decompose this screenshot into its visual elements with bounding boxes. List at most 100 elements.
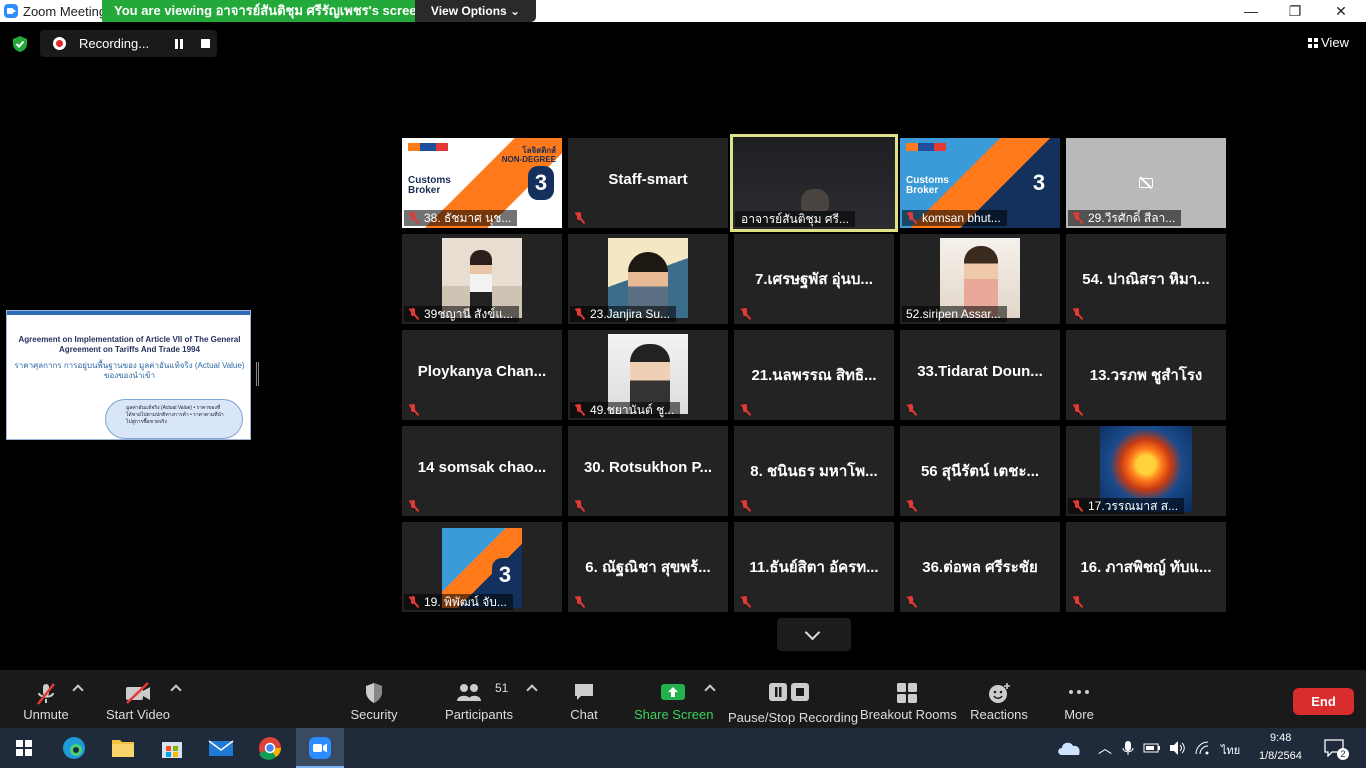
participant-name: 56 สุนีรัตน์ เตชะ... — [920, 463, 1040, 480]
muted-mic-icon — [574, 308, 584, 320]
slide-subtitle: ราคาศุลกากร การอยู่บนพื้นฐานของ มูลค่าอั… — [14, 361, 245, 380]
view-label: View — [1321, 35, 1349, 50]
close-button[interactable]: ✕ — [1318, 0, 1364, 22]
taskbar-edge-browser[interactable] — [50, 728, 98, 768]
share-screen-label: Share Screen — [634, 707, 714, 722]
participant-caption: 19. พิพัฒน์ จับ... — [404, 594, 513, 610]
recording-dot-icon — [53, 37, 66, 50]
participant-tile[interactable]: 23.Janjira Su... — [568, 234, 728, 324]
participants-button[interactable]: 51 Participants — [444, 670, 514, 728]
input-language-indicator[interactable]: ไทย — [1221, 741, 1240, 759]
zoom-app-icon — [309, 737, 331, 759]
participant-name: 21.นลพรรณ สิทธิ... — [751, 367, 877, 384]
participant-tile[interactable]: 11.ธันย์สิตา อัครท... — [734, 522, 894, 612]
slide-title: Agreement on Implementation of Article V… — [18, 335, 241, 354]
participant-tile[interactable]: โลจิสติกส์ NON-DEGREE Customs Broker 3 38.… — [402, 138, 562, 228]
show-hidden-icons-chevron-icon[interactable]: ︿ — [1098, 738, 1112, 758]
video-off-icon — [126, 682, 150, 704]
breakout-rooms-button[interactable]: Breakout Rooms — [860, 670, 957, 728]
more-button[interactable]: More — [1054, 670, 1104, 728]
reactions-label: Reactions — [970, 707, 1028, 722]
participant-tile[interactable]: 56 สุนีรัตน์ เตชะ... — [900, 426, 1060, 516]
participant-tile[interactable]: 54. ปาณิสรา หิมา... — [1066, 234, 1226, 324]
participant-tile[interactable]: 49.ชยานันต์ ชู... — [568, 330, 728, 420]
pause-stop-recording-button[interactable]: Pause/Stop Recording — [728, 670, 858, 728]
unmute-label: Unmute — [23, 707, 69, 722]
participant-name: 54. ปาณิสรา หิมา... — [1082, 271, 1210, 288]
share-screen-button[interactable]: Share Screen — [634, 670, 714, 728]
participant-name: 36.ต่อพล ศรีระชัย — [922, 559, 1038, 576]
participant-caption — [570, 210, 586, 226]
reactions-button[interactable]: Reactions — [968, 670, 1030, 728]
volume-icon[interactable] — [1168, 740, 1186, 756]
slide-cloud-text: มูลค่าอันแท้จริง (Actual Value) • ราคาขอ… — [126, 405, 224, 425]
participant-tile[interactable]: 36.ต่อพล ศรีระชัย — [900, 522, 1060, 612]
muted-mic-icon — [906, 596, 916, 608]
start-video-button[interactable]: Start Video — [104, 670, 172, 728]
participant-tile[interactable]: Staff-smart — [568, 138, 728, 228]
participant-caption — [736, 594, 752, 610]
onedrive-cloud-icon[interactable] — [1056, 739, 1082, 757]
participant-tile[interactable]: 8. ชนินธร มหาโพ... — [734, 426, 894, 516]
participant-tile[interactable]: 33.Tidarat Doun... — [900, 330, 1060, 420]
participant-tile[interactable]: 17.วรรณมาส ส... — [1066, 426, 1226, 516]
participant-tile[interactable]: 14 somsak chao... — [402, 426, 562, 516]
participant-tile[interactable]: Customs Broker 3 komsan bhut... — [900, 138, 1060, 228]
unmute-button[interactable]: Unmute — [14, 670, 78, 728]
video-options-caret-icon[interactable] — [170, 684, 182, 696]
store-bag-icon — [162, 742, 182, 758]
muted-mic-icon — [408, 596, 418, 608]
shared-screen-thumbnail[interactable]: Agreement on Implementation of Article V… — [6, 310, 251, 440]
participant-tile[interactable]: 21.นลพรรณ สิทธิ... — [734, 330, 894, 420]
taskbar-store[interactable] — [148, 728, 196, 768]
muted-mic-icon — [740, 500, 750, 512]
active-speaker-tile[interactable]: อาจารย์สันติชุม ศรี... — [730, 134, 898, 232]
restore-button[interactable]: ❐ — [1272, 0, 1318, 22]
minimize-button[interactable]: — — [1228, 0, 1274, 22]
taskbar-file-explorer[interactable] — [99, 728, 147, 768]
participant-tile[interactable]: 3 19. พิพัฒน์ จับ... — [402, 522, 562, 612]
pause-recording-icon[interactable] — [174, 39, 184, 49]
microphone-tray-icon[interactable] — [1122, 740, 1134, 756]
clock-time[interactable]: 9:48 — [1270, 732, 1291, 744]
view-options-button[interactable]: View Options ⌄ — [415, 0, 536, 22]
participant-name: 8. ชนินธร มหาโพ... — [750, 463, 878, 480]
participant-tile[interactable]: 39ชญานี สังข์แ... — [402, 234, 562, 324]
battery-icon[interactable] — [1143, 742, 1161, 754]
participant-tile[interactable]: 29.วีรศักดิ์ สีลา... — [1066, 138, 1226, 228]
taskbar-mail[interactable] — [197, 728, 245, 768]
participant-caption: 39ชญานี สังข์แ... — [404, 306, 520, 322]
poster-number: 3 — [1026, 166, 1052, 200]
zoom-meeting-window: Zoom Meeting — ❐ ✕ You are viewing อาจาร… — [0, 0, 1366, 768]
taskbar-zoom[interactable] — [296, 728, 344, 768]
chat-button[interactable]: Chat — [560, 670, 608, 728]
participant-tile[interactable]: 30. Rotsukhon P... — [568, 426, 728, 516]
muted-microphone-icon — [37, 683, 55, 705]
stop-recording-icon[interactable] — [201, 39, 210, 48]
clock-date[interactable]: 1/8/2564 — [1259, 750, 1302, 762]
participant-tile[interactable]: 7.เศรษฐพัส อุ่นบ... — [734, 234, 894, 324]
end-meeting-button[interactable]: End — [1293, 688, 1354, 715]
muted-mic-icon — [1072, 212, 1082, 224]
next-page-chevron-button[interactable] — [777, 618, 851, 651]
participants-caret-icon[interactable] — [526, 684, 538, 696]
muted-mic-icon — [906, 404, 916, 416]
security-button[interactable]: Security — [344, 670, 404, 728]
thumbnail-resize-handle[interactable] — [256, 362, 259, 386]
participant-caption — [736, 402, 752, 418]
participant-tile[interactable]: 16. ภาสพิชญ์ ทับแ... — [1066, 522, 1226, 612]
participant-tile[interactable]: Ploykanya Chan... — [402, 330, 562, 420]
start-button[interactable] — [0, 728, 48, 768]
participant-caption: 38. ธัชมาศ นุช... — [404, 210, 518, 226]
edge-browser-icon — [63, 737, 85, 759]
encryption-shield-icon[interactable] — [11, 35, 29, 53]
participant-tile[interactable]: 52.siripen Assar... — [900, 234, 1060, 324]
participant-caption: 17.วรรณมาส ส... — [1068, 498, 1185, 514]
view-layout-button[interactable]: View — [1301, 33, 1349, 53]
participant-tile[interactable]: 6. ณัฐณิชา สุขพร้... — [568, 522, 728, 612]
participant-tile[interactable]: 13.วรภพ ชูสำโรง — [1066, 330, 1226, 420]
mail-icon — [208, 740, 234, 756]
muted-mic-icon — [1072, 596, 1082, 608]
network-icon[interactable] — [1194, 740, 1210, 756]
taskbar-chrome[interactable] — [246, 728, 294, 768]
